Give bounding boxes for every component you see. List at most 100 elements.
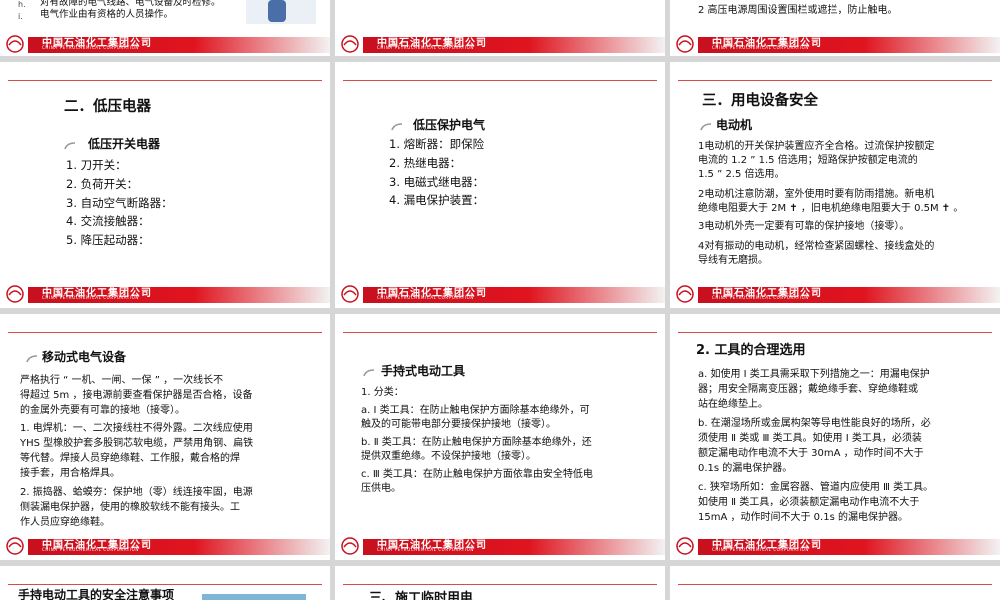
text-line: 电流的 1.2 ” 1.5 倍选用；短路保护按额定电流的 [698,155,918,166]
section-subtitle: 手持式电动工具 [381,364,466,378]
text-line: 严格执行 “ 一机、一闸、一保 ” ，一次线长不 [20,375,224,386]
text-line: 得超过 5m ，接电源前要查看保护器是否合格，设备 [20,390,253,401]
slide-10[interactable]: 手持电动工具的安全注意事项 [0,566,330,600]
text-line: 2电动机注意防潮，室外使用时要有防雨措施。新电机 [698,189,935,200]
text-line: 触及的可能带电部分要接保护接地（接零）。 [361,419,556,430]
sinopec-logo-icon [341,35,359,53]
text-line: 压供电。 [361,483,401,494]
text-line: 额定漏电动作电流不大于 30mA ，动作时间不大于 [698,448,924,459]
slide-6[interactable]: 三．用电设备安全 电动机 1电动机的开关保护装置应齐全合格。过流保护按额定 电流… [670,62,1000,308]
list-item: 5. 降压起动器： [66,233,150,247]
text-line: 4对有振动的电动机，经常检查紧固螺栓、接线盒处的 [698,241,935,252]
slide-title: 二．低压电器 [64,99,151,115]
section-subtitle: 移动式电气设备 [42,350,127,364]
text-line: YHS 型橡胶护套多股铜芯软电缆，严禁用角钢、扁铁 [20,438,254,449]
text-line: 作人员应穿绝缘鞋。 [20,517,110,528]
slide-footer: 中国石油化工集团公司 CHINA PETROCHEMICAL CORPORATI… [335,536,665,558]
slide-footer: 中国石油化工集团公司 CHINA PETROCHEMICAL CORPORATI… [0,284,330,306]
text-line: 1. 电焊机：一、二次接线柱不得外露。二次线应使用 [20,423,253,434]
company-name-en: CHINA PETROCHEMICAL CORPORATION [42,45,139,50]
text-line: 2. 振捣器、蛤蟆夯：保护地（零）线连接牢固，电源 [20,487,253,498]
list-item: 4. 交流接触器： [66,214,150,228]
text-line: 0.1s 的漏电保护器。 [698,463,793,474]
company-name-en: CHINA PETROCHEMICAL CORPORATION [42,295,139,300]
text-line: 如使用 Ⅱ 类工具，必须装额定漏电动作电流不大于 [698,497,920,508]
slide-3[interactable]: 2 高压电源周围设置围栏或遮拦，防止触电。 中国石油化工集团公司 CHINA P… [670,0,1000,56]
section-subtitle: 低压保护电气 [413,118,486,132]
illustration-image [246,0,316,24]
text-line: 导线有无磨损。 [698,255,768,266]
list-item: 电气作业由有资格的人员操作。 [40,9,174,20]
section-subtitle: 电动机 [716,118,753,132]
company-name-en: CHINA PETROCHEMICAL CORPORATION [377,45,474,50]
list-item: 1. 熔断器：即保险 [389,137,485,151]
text-line: 器；用安全隔离变压器；戴绝缘手套、穿绝缘鞋或 [698,384,918,395]
sinopec-logo-icon [6,537,24,555]
slide-footer: 中国石油化工集团公司 CHINA PETROCHEMICAL CORPORATI… [335,34,665,56]
bullet-icon [26,355,38,363]
slide-2[interactable]: 中国石油化工集团公司 CHINA PETROCHEMICAL CORPORATI… [335,0,665,56]
text-line: 须使用 Ⅱ 类或 Ⅲ 类工具。如使用 Ⅰ 类工具，必须装 [698,433,922,444]
text-line: 侧装漏电保护器，使用的橡胶软线不能有接头。工 [20,502,240,513]
sinopec-logo-icon [341,285,359,303]
text-line: c. 狭窄场所如：金属容器、管道内应使用 Ⅲ 类工具。 [698,482,934,493]
text-line: 站在绝缘垫上。 [698,399,768,410]
slide-title: 三．用电设备安全 [702,93,818,109]
sinopec-logo-icon [6,35,24,53]
slide-5[interactable]: 低压保护电气 1. 熔断器：即保险 2. 热继电器： 3. 电磁式继电器： 4.… [335,62,665,308]
text-line: 的金属外壳要有可靠的接地（接零）。 [20,405,185,416]
slide-9[interactable]: 2. 工具的合理选用 a. 如使用 Ⅰ 类工具需采取下列措施之一：用漏电保护 器… [670,314,1000,560]
slide-title: 手持电动工具的安全注意事项 [18,588,175,600]
sinopec-logo-icon [341,537,359,555]
company-name-en: CHINA PETROCHEMICAL CORPORATION [712,547,809,552]
list-item: 2. 热继电器： [389,156,462,170]
slide-7[interactable]: 移动式电气设备 严格执行 “ 一机、一闸、一保 ” ，一次线长不 得超过 5m … [0,314,330,560]
slide-11[interactable]: 三、施工临时用电 [335,566,665,600]
bullet-icon [64,142,76,150]
list-item: 4. 漏电保护装置： [389,193,485,207]
company-name-en: CHINA PETROCHEMICAL CORPORATION [712,295,809,300]
text-line: c. Ⅲ 类工具：在防止触电保护方面依靠由安全特低电 [361,469,593,480]
bullet-icon [700,123,712,131]
slide-footer: 中国石油化工集团公司 CHINA PETROCHEMICAL CORPORATI… [335,284,665,306]
text-line: 提供双重绝缘。不设保护接地（接零）。 [361,451,536,462]
sinopec-logo-icon [6,285,24,303]
text-line: 接手套，用合格焊具。 [20,468,120,479]
slide-footer: 中国石油化工集团公司 CHINA PETROCHEMICAL CORPORATI… [0,34,330,56]
slide-footer: 中国石油化工集团公司 CHINA PETROCHEMICAL CORPORATI… [670,34,1000,56]
slide-4[interactable]: 二．低压电器 低压开关电器 1. 刀开关： 2. 负荷开关： 3. 自动空气断路… [0,62,330,308]
list-item: 3. 电磁式继电器： [389,175,485,189]
text-line: 1.5 ” 2.5 倍选用。 [698,169,785,180]
company-name-en: CHINA PETROCHEMICAL CORPORATION [712,45,809,50]
sinopec-logo-icon [676,537,694,555]
list-item: 2 高压电源周围设置围栏或遮拦，防止触电。 [698,5,898,16]
company-name-en: CHINA PETROCHEMICAL CORPORATION [377,547,474,552]
illustration-image [202,594,306,600]
text-line: a. 如使用 Ⅰ 类工具需采取下列措施之一：用漏电保护 [698,369,930,380]
list-item: 1. 刀开关： [66,158,127,172]
slide-footer: 中国石油化工集团公司 CHINA PETROCHEMICAL CORPORATI… [670,284,1000,306]
text-line: 15mA ，动作时间不大于 0.1s 的漏电保护器。 [698,512,908,523]
list-marker: i. [18,12,23,21]
company-name-en: CHINA PETROCHEMICAL CORPORATION [377,295,474,300]
bullet-icon [391,123,403,131]
text-line: b. Ⅱ 类工具：在防止触电保护方面除基本绝缘外，还 [361,437,592,448]
text-line: 等代替。焊接人员穿绝缘鞋、工作服，戴合格的焊 [20,453,240,464]
slide-1[interactable]: h. 对有故障的电气线路、电气设备及时检修。 i. 电气作业由有资格的人员操作。… [0,0,330,56]
text-line: 1. 分类： [361,387,404,398]
sinopec-logo-icon [676,285,694,303]
slide-8[interactable]: 手持式电动工具 1. 分类： a. Ⅰ 类工具：在防止触电保护方面除基本绝缘外，… [335,314,665,560]
sinopec-logo-icon [676,35,694,53]
text-line: a. Ⅰ 类工具：在防止触电保护方面除基本绝缘外，可 [361,405,590,416]
text-line: b. 在潮湿场所或金属构架等导电性能良好的场所，必 [698,418,931,429]
slide-footer: 中国石油化工集团公司 CHINA PETROCHEMICAL CORPORATI… [0,536,330,558]
bullet-icon [363,369,375,377]
text-line: 3电动机外壳一定要有可靠的保护接地（接零）。 [698,221,910,232]
slide-footer: 中国石油化工集团公司 CHINA PETROCHEMICAL CORPORATI… [670,536,1000,558]
slide-title: 2. 工具的合理选用 [696,343,806,358]
slide-title: 三、施工临时用电 [369,591,474,600]
list-item: 3. 自动空气断路器： [66,196,173,210]
slide-12[interactable] [670,566,1000,600]
text-line: 1电动机的开关保护装置应齐全合格。过流保护按额定 [698,141,935,152]
company-name-en: CHINA PETROCHEMICAL CORPORATION [42,547,139,552]
